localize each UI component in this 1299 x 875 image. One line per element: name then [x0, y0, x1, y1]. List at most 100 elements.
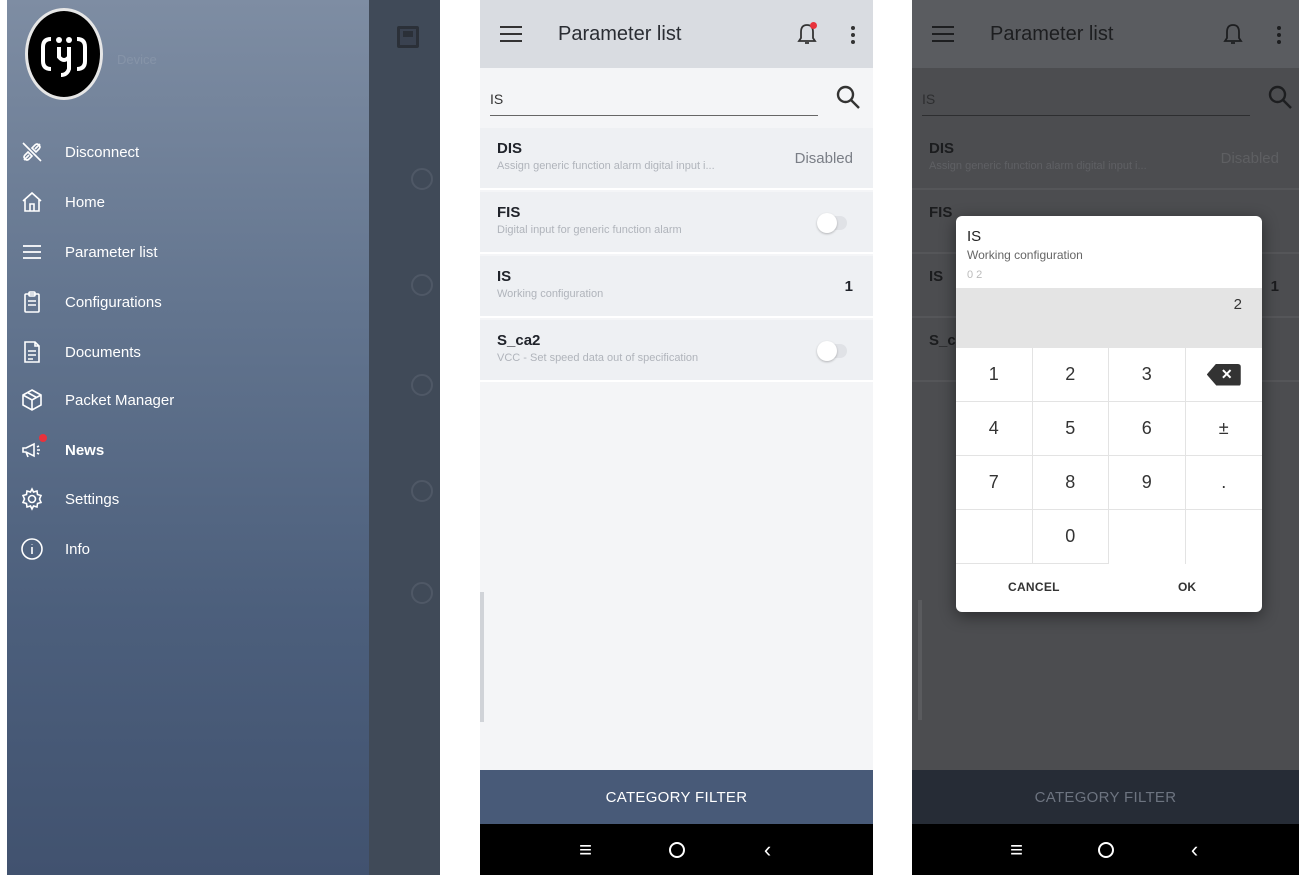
dimmed-background: [369, 0, 440, 875]
app-logo: [25, 8, 103, 100]
key-decimal[interactable]: .: [1185, 456, 1262, 510]
info-icon: [411, 168, 433, 190]
nav-news[interactable]: News: [7, 428, 369, 472]
key-4[interactable]: 4: [956, 402, 1033, 456]
ok-button[interactable]: OK: [1178, 580, 1196, 594]
parameter-row[interactable]: IS Working configuration 1: [480, 256, 873, 318]
parameter-value: Disabled: [1220, 150, 1279, 167]
more-options-icon[interactable]: [1277, 26, 1281, 44]
nav-label: Home: [65, 193, 106, 211]
package-icon: [19, 387, 45, 413]
dialog-actions: CANCEL OK: [956, 564, 1262, 612]
recents-icon[interactable]: ≡: [566, 837, 606, 863]
nav-home[interactable]: Home: [7, 180, 369, 224]
nav-label: Documents: [65, 343, 141, 361]
dialog-parameter-name: IS: [967, 228, 982, 245]
system-navigation-bar: ≡ ‹: [480, 824, 873, 875]
key-empty: [1109, 510, 1186, 564]
key-3[interactable]: 3: [1109, 348, 1186, 402]
nav-documents[interactable]: Documents: [7, 330, 369, 374]
parameter-name: IS: [497, 268, 512, 285]
parameter-name: DIS: [929, 140, 955, 157]
dialog-value-range: 0 2: [967, 269, 983, 281]
parameter-list-screen: Parameter list DIS Assign generic functi…: [480, 0, 873, 875]
nav-label: Info: [65, 540, 91, 558]
parameter-toggle[interactable]: [817, 213, 847, 233]
nav-disconnect[interactable]: Disconnect: [7, 130, 369, 174]
key-5[interactable]: 5: [1032, 402, 1109, 456]
info-icon: [19, 536, 45, 562]
menu-icon[interactable]: [500, 26, 522, 42]
search-input[interactable]: [922, 82, 1250, 115]
numeric-input-dialog: IS Working configuration 0 2 2 1 2 3 ✕ 4…: [956, 216, 1262, 612]
key-9[interactable]: 9: [1109, 456, 1186, 510]
nav-parameter-list[interactable]: Parameter list: [7, 230, 369, 274]
app-bar: Parameter list: [912, 0, 1299, 68]
category-filter-button[interactable]: CATEGORY FILTER: [480, 770, 873, 824]
nav-packet-manager[interactable]: Packet Manager: [7, 378, 369, 422]
key-8[interactable]: 8: [1032, 456, 1109, 510]
nav-info[interactable]: Info: [7, 527, 369, 571]
parameter-row[interactable]: S_ca2 VCC - Set speed data out of specif…: [480, 320, 873, 382]
nav-settings[interactable]: Settings: [7, 477, 369, 521]
notification-badge: [810, 22, 817, 29]
system-navigation-bar: ≡ ‹: [912, 824, 1299, 875]
drawer-panel: Device Disconnect Home Parameter list Co…: [7, 0, 440, 875]
search-icon[interactable]: [1265, 82, 1295, 112]
gear-icon: [19, 486, 45, 512]
search-icon[interactable]: [833, 82, 863, 112]
news-badge: [39, 434, 47, 442]
back-icon[interactable]: ‹: [1175, 837, 1215, 863]
home-icon: [19, 189, 45, 215]
parameter-row[interactable]: FIS Digital input for generic function a…: [480, 192, 873, 254]
notification-bell-icon[interactable]: [1223, 22, 1243, 46]
parameter-name: DIS: [497, 140, 523, 157]
parameter-name: FIS: [929, 204, 953, 221]
parameter-row[interactable]: DIS Assign generic function alarm digita…: [480, 128, 873, 190]
key-7[interactable]: 7: [956, 456, 1033, 510]
dialog-value-field[interactable]: 2: [956, 288, 1262, 348]
save-icon: [397, 26, 419, 48]
menu-icon[interactable]: [932, 26, 954, 42]
search-field[interactable]: [490, 82, 818, 116]
key-6[interactable]: 6: [1109, 402, 1186, 456]
scrollbar[interactable]: [918, 600, 922, 720]
parameter-description: Digital input for generic function alarm: [497, 224, 682, 236]
more-options-icon[interactable]: [851, 26, 855, 44]
nav-configurations[interactable]: Configurations: [7, 280, 369, 324]
list-icon: [19, 239, 45, 265]
category-filter-button[interactable]: CATEGORY FILTER: [912, 770, 1299, 824]
nav-label: News: [65, 441, 105, 459]
info-icon: [411, 480, 433, 502]
cancel-button[interactable]: CANCEL: [1008, 580, 1060, 594]
key-empty: [956, 510, 1033, 564]
key-2[interactable]: 2: [1032, 348, 1109, 402]
search-field[interactable]: [922, 82, 1250, 116]
back-icon[interactable]: ‹: [748, 837, 788, 863]
parameter-row[interactable]: DIS Assign generic function alarm digita…: [912, 128, 1299, 190]
parameter-value: Disabled: [794, 150, 853, 167]
app-bar: Parameter list: [480, 0, 873, 68]
key-0[interactable]: 0: [1032, 510, 1109, 564]
parameter-description: Working configuration: [497, 288, 604, 300]
parameter-value: 1: [844, 278, 853, 295]
search-input[interactable]: [490, 82, 818, 115]
info-icon: [411, 582, 433, 604]
scrollbar[interactable]: [480, 592, 484, 722]
key-plus-minus[interactable]: ±: [1185, 402, 1262, 456]
parameter-value: 1: [1270, 278, 1279, 295]
parameter-name: S_ca2: [497, 332, 541, 349]
recents-icon[interactable]: ≡: [997, 837, 1037, 863]
dialog-value: 2: [1233, 296, 1242, 313]
parameter-description: Assign generic function alarm digital in…: [929, 160, 1147, 172]
key-1[interactable]: 1: [956, 348, 1033, 402]
home-button-icon[interactable]: [1097, 841, 1114, 858]
parameter-name: IS: [929, 268, 944, 285]
backspace-key[interactable]: ✕: [1185, 348, 1262, 402]
home-button-icon[interactable]: [668, 841, 685, 858]
info-icon: [411, 374, 433, 396]
clipboard-icon: [19, 289, 45, 315]
parameter-toggle[interactable]: [817, 341, 847, 361]
notification-bell-icon[interactable]: [797, 22, 817, 46]
nav-label: Configurations: [65, 293, 162, 311]
